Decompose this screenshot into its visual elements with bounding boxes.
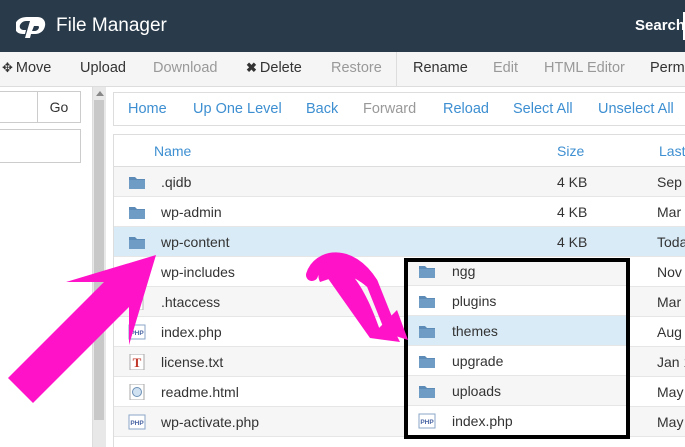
subfolder-row[interactable]: uploads (408, 376, 626, 406)
subfolder-row[interactable]: PHP index.php (408, 406, 626, 435)
file-name: wp-content (161, 234, 230, 250)
toolbar-divider (396, 52, 397, 87)
svg-text:PHP: PHP (130, 330, 144, 337)
php-file-icon: PHP (128, 414, 146, 430)
file-last-modified: Sep (657, 174, 682, 190)
delete-button[interactable]: ✖ Delete (246, 60, 302, 76)
top-bar: File Manager Search (0, 0, 685, 52)
rename-button[interactable]: Rename (413, 60, 468, 76)
upload-button[interactable]: Upload (80, 60, 126, 76)
svg-text:T: T (133, 355, 142, 370)
file-name: wp-includes (161, 264, 235, 280)
column-name[interactable]: Name (154, 143, 191, 159)
file-icon (128, 293, 146, 311)
file-name: .htaccess (161, 294, 221, 310)
download-button[interactable]: Download (153, 60, 218, 76)
folder-icon (128, 204, 146, 220)
left-scrollbar-thumb[interactable] (94, 100, 104, 420)
column-size[interactable]: Size (557, 143, 584, 159)
subfolder-name: uploads (452, 383, 502, 399)
folder-icon (418, 353, 436, 369)
file-last-modified: Jan 1 (657, 354, 685, 370)
svg-text:PHP: PHP (130, 420, 144, 427)
cpanel-logo[interactable] (16, 14, 50, 38)
subfolder-row[interactable]: ngg (408, 262, 626, 286)
subfolder-row[interactable]: themes (408, 316, 626, 346)
subfolder-name: upgrade (452, 353, 504, 369)
html-file-icon (128, 383, 146, 401)
folder-icon (418, 263, 436, 279)
text-file-icon: T (128, 353, 146, 371)
left-panel: Go (0, 87, 92, 447)
svg-text:PHP: PHP (420, 419, 434, 426)
subfolder-name: ngg (452, 263, 476, 279)
file-size: 4 KB (557, 174, 588, 190)
php-file-icon: PHP (128, 324, 146, 340)
app-title: File Manager (56, 15, 167, 36)
table-row[interactable]: wp-content 4 KB Toda (114, 227, 685, 257)
folder-icon (128, 264, 146, 280)
nav-reload[interactable]: Reload (443, 101, 489, 117)
file-last-modified: Aug (657, 324, 682, 340)
navigation-bar: Home Up One Level Back Forward Reload Se… (113, 92, 685, 126)
permissions-button[interactable]: Perm (650, 60, 685, 76)
nav-up-one-level[interactable]: Up One Level (193, 101, 282, 117)
nav-unselect-all[interactable]: Unselect All (598, 101, 674, 117)
file-name: wp-activate.php (161, 414, 260, 430)
file-size: 4 KB (557, 234, 588, 250)
go-button[interactable]: Go (37, 91, 81, 123)
nav-select-all[interactable]: Select All (513, 101, 573, 117)
move-icon: ✥ (2, 60, 13, 75)
subfolder-name: index.php (452, 413, 513, 429)
move-button[interactable]: ✥ Move (2, 60, 51, 76)
file-name: wp-admin (161, 204, 222, 220)
path-input[interactable] (0, 91, 38, 123)
subfolder-name: plugins (452, 293, 497, 309)
column-last-modified[interactable]: Last (659, 143, 685, 159)
file-last-modified: Mar (657, 294, 682, 310)
toolbar: ✥ Move Upload Download ✖ Delete Restore Re… (0, 52, 685, 87)
html-editor-button[interactable]: HTML Editor (544, 60, 625, 76)
file-last-modified: Nov (657, 264, 682, 280)
folder-icon (128, 174, 146, 190)
file-last-modified: Toda (657, 234, 685, 250)
file-size: 4 KB (557, 204, 588, 220)
table-header: Name Size Last (114, 134, 685, 167)
folder-icon (418, 293, 436, 309)
restore-button[interactable]: Restore (331, 60, 382, 76)
subfolder-row[interactable]: upgrade (408, 346, 626, 376)
nav-back[interactable]: Back (306, 101, 338, 117)
file-last-modified: Mar (657, 204, 682, 220)
folder-icon (418, 323, 436, 339)
file-name: .qidb (161, 174, 192, 190)
folder-icon (128, 234, 146, 250)
table-row[interactable]: .qidb 4 KB Sep (114, 167, 685, 197)
search-label: Search (635, 17, 685, 34)
file-name: readme.html (161, 384, 239, 400)
close-icon: ✖ (246, 60, 257, 75)
folder-icon (418, 383, 436, 399)
edit-button[interactable]: Edit (493, 60, 518, 76)
scroll-up-icon[interactable] (96, 91, 104, 96)
subfolder-callout: ngg plugins themes upgrade uploads PHP index.p… (404, 258, 630, 439)
file-last-modified: May (657, 414, 684, 430)
table-row[interactable]: wp-admin 4 KB Mar (114, 197, 685, 227)
nav-home[interactable]: Home (128, 101, 167, 117)
nav-forward[interactable]: Forward (363, 101, 416, 117)
file-name: license.txt (161, 354, 224, 370)
file-last-modified: May (657, 384, 684, 400)
directory-tree[interactable] (0, 129, 81, 163)
file-name: index.php (161, 324, 222, 340)
php-file-icon: PHP (418, 413, 436, 429)
subfolder-row[interactable]: plugins (408, 286, 626, 316)
subfolder-name: themes (452, 323, 498, 339)
